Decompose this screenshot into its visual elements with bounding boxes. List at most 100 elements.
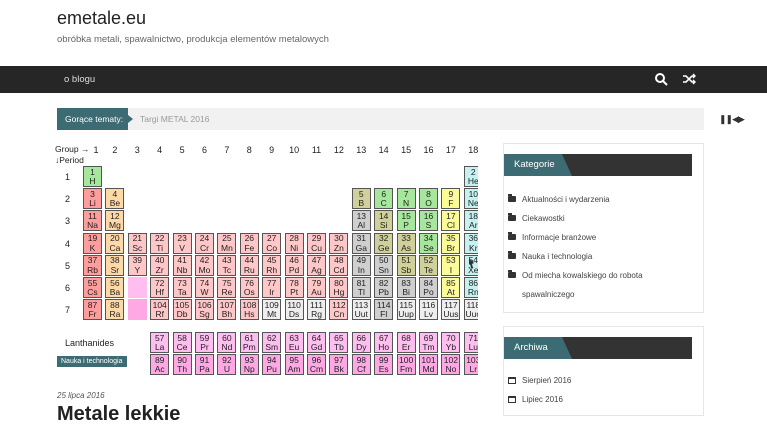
element-cell[interactable]: 72 Hf	[150, 277, 170, 298]
element-cell[interactable]: 94 Pu	[262, 354, 282, 375]
element-cell[interactable]: 81 Tl	[351, 277, 371, 298]
element-cell[interactable]: 88 Ra	[105, 299, 125, 321]
category-item[interactable]: Informacje branżowe	[508, 228, 703, 247]
element-cell[interactable]: 104 Rf	[150, 299, 170, 321]
element-cell[interactable]: 70 Yb	[441, 332, 461, 353]
element-cell[interactable]: 17 Cl	[441, 210, 461, 232]
element-cell[interactable]: 117 Uus	[441, 299, 461, 321]
element-cell[interactable]: 42 Mo	[195, 254, 214, 276]
element-cell[interactable]: 45 Rh	[262, 254, 282, 276]
element-cell[interactable]: 53 I	[441, 254, 461, 276]
element-cell[interactable]: 58 Ce	[172, 332, 192, 353]
element-cell[interactable]: 1H	[83, 166, 102, 187]
ticker-item[interactable]: Targi METAL 2016	[140, 114, 209, 124]
element-cell[interactable]: 87 Fr	[83, 299, 102, 321]
element-cell[interactable]: 99 Es	[374, 354, 394, 375]
element-cell[interactable]: 40 Zr	[150, 254, 170, 276]
element-cell[interactable]: 55 Cs	[83, 277, 102, 298]
element-cell[interactable]: 39 Y	[127, 254, 147, 276]
element-cell[interactable]: 116 Lv	[419, 299, 438, 321]
element-cell[interactable]: 32 Ge	[374, 232, 394, 254]
element-cell[interactable]: 86 Rn	[463, 277, 478, 298]
element-cell[interactable]: 80 Hg	[329, 277, 349, 298]
element-cell[interactable]: 110 Ds	[284, 299, 304, 321]
element-cell[interactable]: 74 W	[195, 277, 214, 298]
element-cell[interactable]: 67 Ho	[374, 332, 394, 353]
element-cell[interactable]: 26 Fe	[239, 232, 259, 254]
element-cell[interactable]: 105 Db	[172, 299, 192, 321]
element-cell[interactable]: 27 Co	[262, 232, 282, 254]
element-cell[interactable]: 13 Al	[351, 210, 371, 232]
element-cell[interactable]	[127, 277, 147, 298]
element-cell[interactable]: 8O	[419, 188, 438, 210]
element-cell[interactable]: 79 Au	[307, 277, 326, 298]
element-cell[interactable]: 4 Be	[105, 188, 125, 210]
element-cell[interactable]: 18 Ar	[463, 210, 478, 232]
element-cell[interactable]: 33 As	[396, 232, 416, 254]
element-cell[interactable]: 52 Te	[419, 254, 438, 276]
element-cell[interactable]: 9F	[441, 188, 461, 210]
element-cell[interactable]: 19 K	[83, 232, 102, 254]
element-cell[interactable]: 95 Am	[284, 354, 304, 375]
element-cell[interactable]: 69 Tm	[419, 332, 438, 353]
element-cell[interactable]: 57 La	[150, 332, 170, 353]
element-cell[interactable]: 64 Gd	[307, 332, 326, 353]
site-title[interactable]: emetale.eu	[57, 8, 146, 29]
element-cell[interactable]: 56 Ba	[105, 277, 125, 298]
element-cell[interactable]: 78 Pt	[284, 277, 304, 298]
element-cell[interactable]: 50 Sn	[374, 254, 394, 276]
element-cell[interactable]: 115 Uup	[396, 299, 416, 321]
element-cell[interactable]: 6C	[374, 188, 394, 210]
element-cell[interactable]: 75 Re	[217, 277, 237, 298]
category-item[interactable]: Od miecha kowalskiego do robota spawalni…	[508, 266, 678, 304]
element-cell[interactable]: 11 Na	[83, 210, 102, 232]
element-cell[interactable]: 114 Fl	[374, 299, 394, 321]
element-cell[interactable]: 109 Mt	[262, 299, 282, 321]
element-cell[interactable]: 21 Sc	[127, 232, 147, 254]
search-icon[interactable]	[654, 72, 668, 86]
element-cell[interactable]: 85 At	[441, 277, 461, 298]
element-cell[interactable]: 61 Pm	[239, 332, 259, 353]
archive-item[interactable]: Sierpień 2016	[508, 371, 703, 390]
element-cell[interactable]: 73 Ta	[172, 277, 192, 298]
element-cell[interactable]: 111 Rg	[307, 299, 326, 321]
element-cell[interactable]: 108 Hs	[239, 299, 259, 321]
element-cell[interactable]: 25 Mn	[217, 232, 237, 254]
element-cell[interactable]: 28 Ni	[284, 232, 304, 254]
element-cell[interactable]: 10 Ne	[463, 188, 478, 210]
element-cell[interactable]: 15 P	[396, 210, 416, 232]
element-cell[interactable]: 22 Ti	[150, 232, 170, 254]
element-cell[interactable]: 77 Ir	[262, 277, 282, 298]
element-cell[interactable]: 83 Bi	[396, 277, 416, 298]
element-cell[interactable]: 60 Nd	[217, 332, 237, 353]
archive-item[interactable]: Lipiec 2016	[508, 390, 703, 409]
element-cell[interactable]: 106 Sg	[195, 299, 214, 321]
category-item[interactable]: Nauka i technologia	[508, 247, 703, 266]
element-cell[interactable]: 92 U	[217, 354, 237, 375]
category-item[interactable]: Ciekawostki	[508, 209, 703, 228]
element-cell[interactable]: 23 V	[172, 232, 192, 254]
element-cell[interactable]: 47 Ag	[307, 254, 326, 276]
element-cell[interactable]: 107 Bh	[217, 299, 237, 321]
element-cell[interactable]: 5B	[351, 188, 371, 210]
element-cell[interactable]: 76 Os	[239, 277, 259, 298]
element-cell[interactable]: 36 Kr	[463, 232, 478, 254]
element-cell[interactable]: 102 No	[441, 354, 461, 375]
element-cell[interactable]: 96 Cm	[307, 354, 326, 375]
post-category-tag[interactable]: Nauka i technologia	[57, 356, 127, 367]
element-cell[interactable]: 90 Th	[172, 354, 192, 375]
element-cell[interactable]: 98 Cf	[351, 354, 371, 375]
element-cell[interactable]: 51 Sb	[396, 254, 416, 276]
element-cell[interactable]: 100 Fm	[396, 354, 416, 375]
element-cell[interactable]: 65 Tb	[329, 332, 349, 353]
element-cell[interactable]: 89 Ac	[150, 354, 170, 375]
element-cell[interactable]: 24 Cr	[195, 232, 214, 254]
element-cell[interactable]: 63 Eu	[284, 332, 304, 353]
element-cell[interactable]: 82 Pb	[374, 277, 394, 298]
element-cell[interactable]	[127, 299, 147, 321]
element-cell[interactable]: 59 Pr	[195, 332, 214, 353]
element-cell[interactable]: 7N	[396, 188, 416, 210]
nav-item-about[interactable]: o blogu	[64, 74, 95, 85]
element-cell[interactable]: 29 Cu	[307, 232, 326, 254]
element-cell[interactable]: 37 Rb	[83, 254, 102, 276]
